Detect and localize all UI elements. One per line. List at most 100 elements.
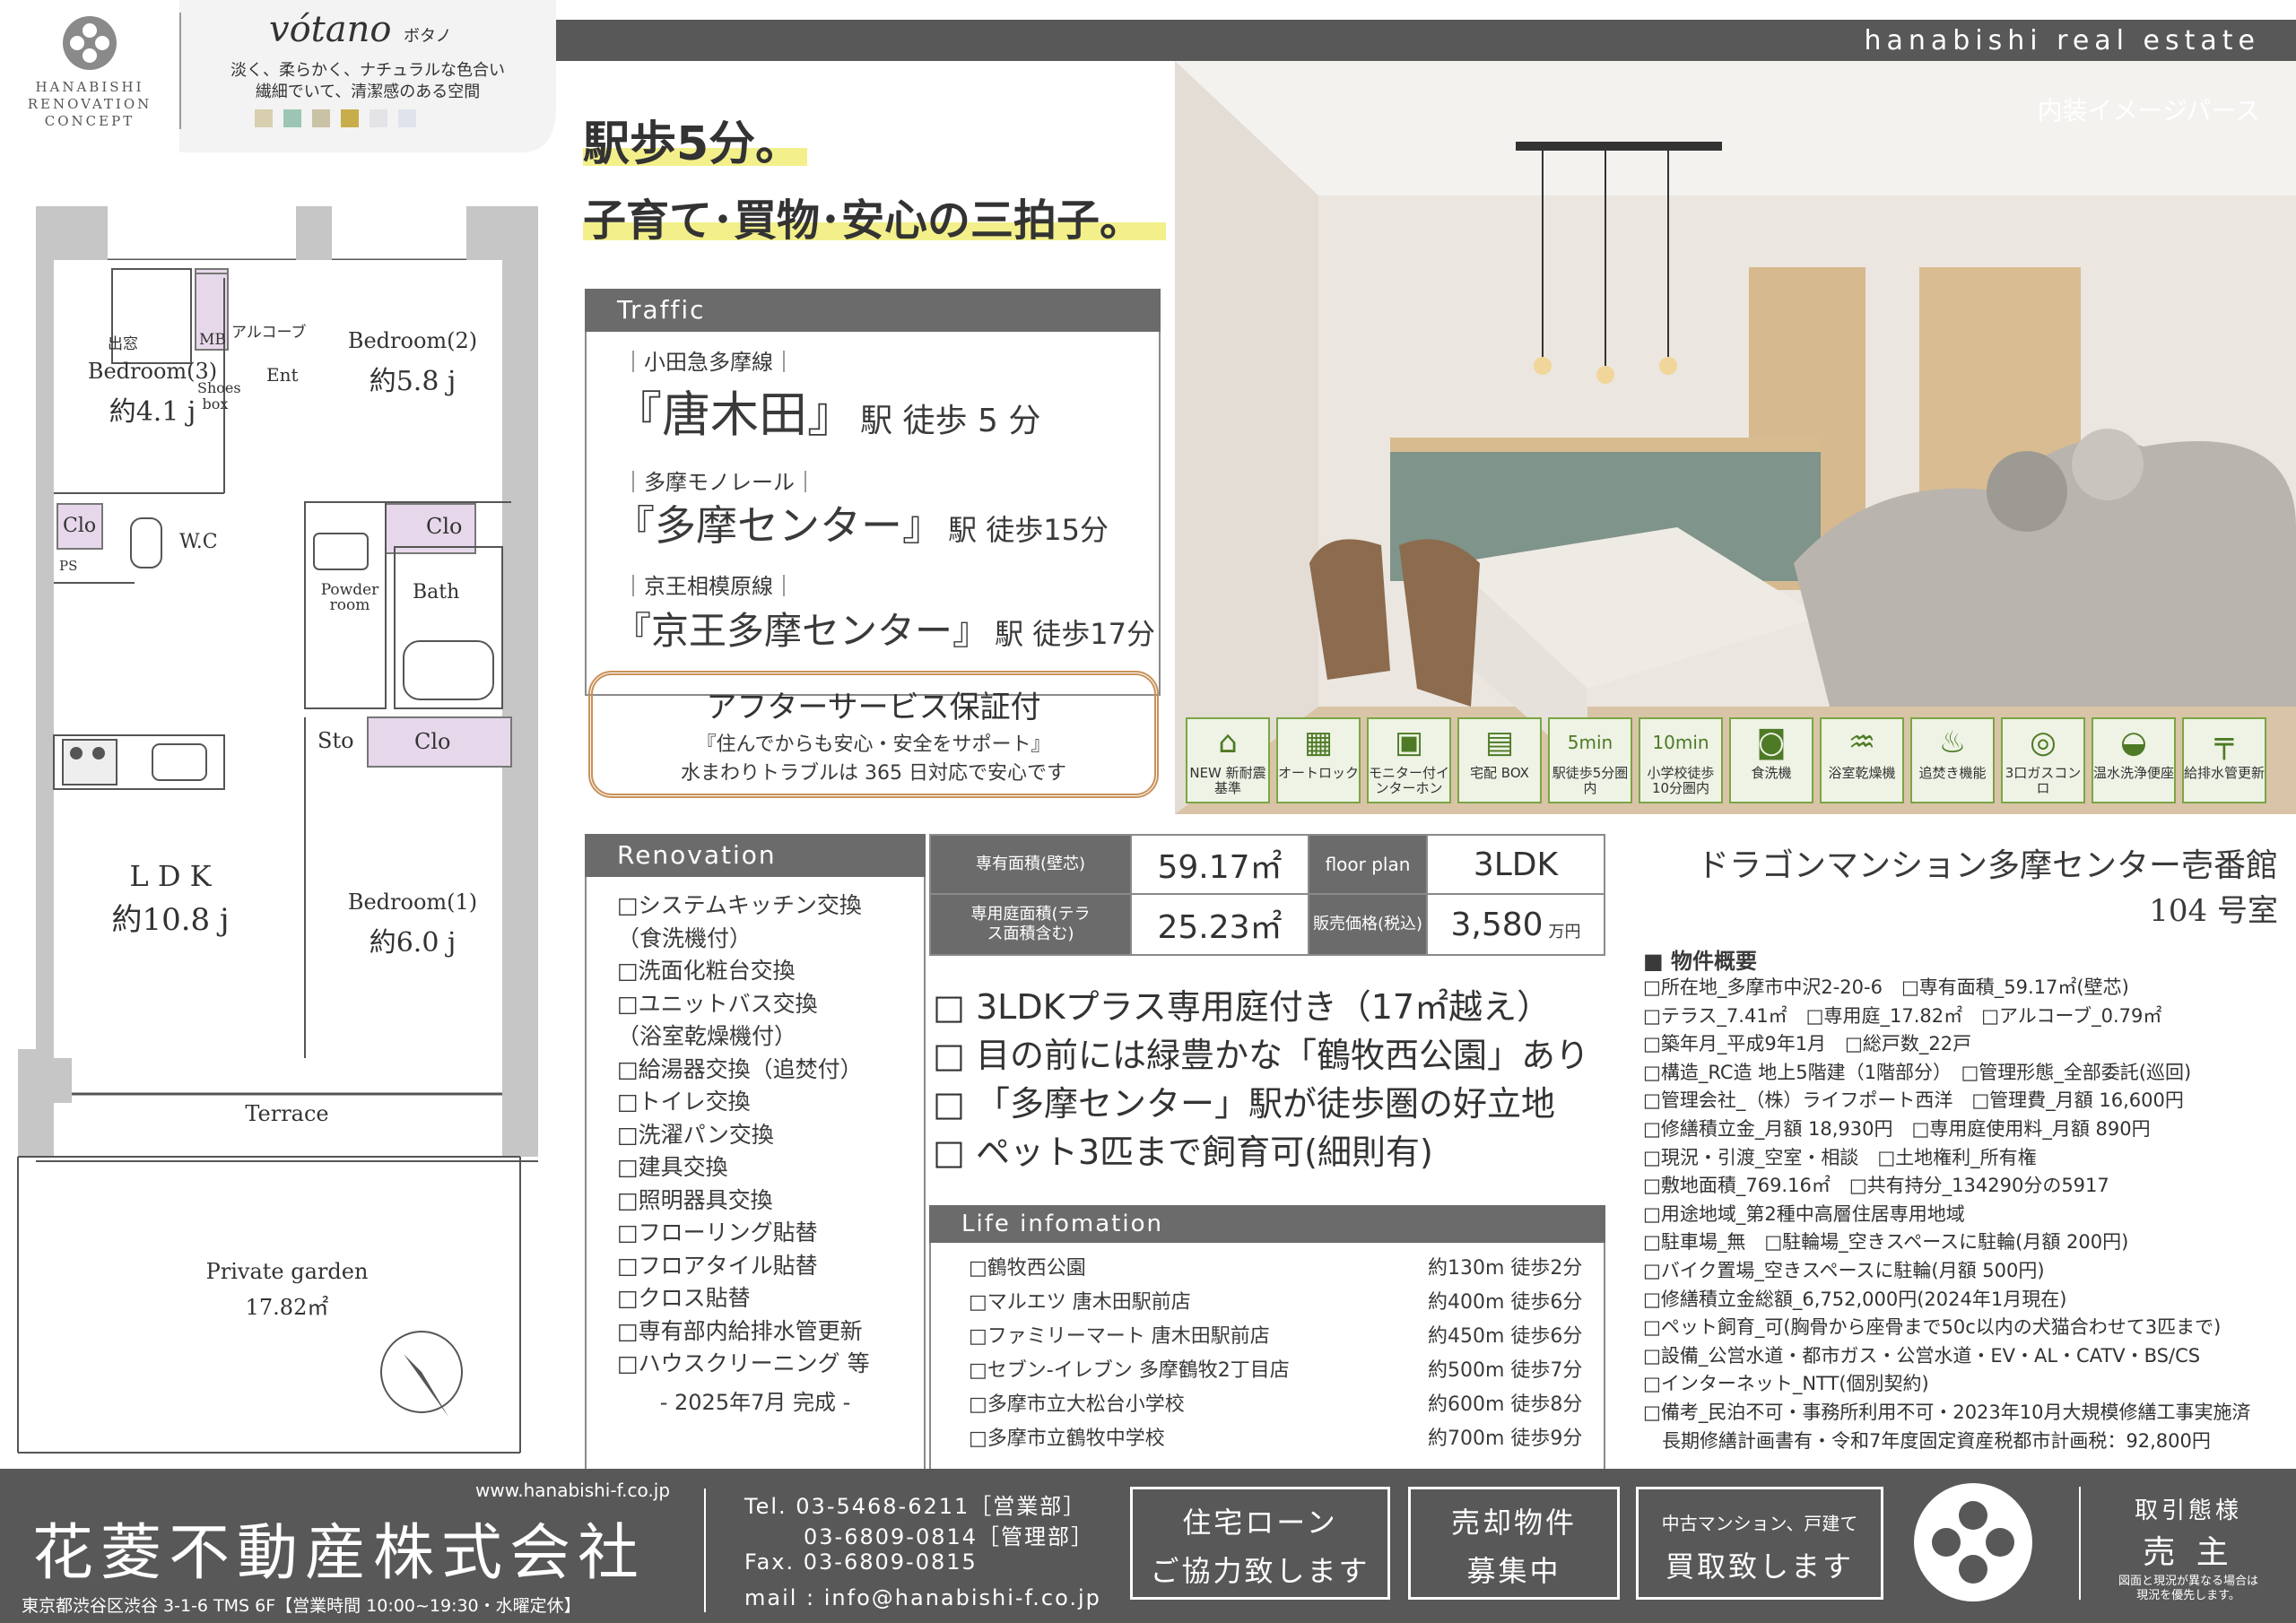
- bathtub-shape: [403, 640, 494, 700]
- logo-text: HANABISHI RENOVATION CONCEPT: [27, 79, 152, 129]
- wc-label: W.C: [179, 531, 218, 553]
- walk-icon: 5min: [1567, 732, 1613, 753]
- sink-shape: [152, 743, 207, 781]
- ldk-size: 約10.8 j: [111, 902, 230, 938]
- renovation-item: □クロス貼替: [617, 1285, 751, 1311]
- station-row: 『多摩センター』 駅 徒歩15分: [613, 493, 1109, 552]
- feature-tile: ╤ 給排水管更新: [2182, 717, 2266, 803]
- life-info-list: □鶴牧西公園 約130m 徒歩2分 □マルエツ 唐木田駅前店 約400m 徒歩6分 □フ…: [929, 1243, 1605, 1476]
- facility-name: □セブン-イレブン 多摩鶴牧2丁目店: [969, 1359, 1290, 1382]
- garden-label: Private garden: [205, 1259, 369, 1284]
- line-name: ｜京王相模原線｜: [622, 574, 795, 599]
- feature-tile: 10min 小学校徒歩10分圏内: [1639, 717, 1723, 803]
- selling-line1: 売却物件: [1450, 1506, 1577, 1540]
- selling-point: □ 3LDKプラス専用庭付き（17㎡越え）: [933, 987, 1552, 1027]
- station-row: 『京王多摩センター』 駅 徒歩17分: [613, 601, 1155, 655]
- life-info-title: Life infomation: [929, 1205, 1605, 1243]
- top-banner: hanabishi real estate: [556, 20, 2296, 61]
- corner-curve: [520, 0, 556, 152]
- facility-distance: 約700m 徒歩9分: [1428, 1428, 1583, 1450]
- renovation-box: □システムキッチン交換 （食洗機付） □洗面化粧台交換 □ユニットバス交換 （浴室乾燥機…: [585, 877, 926, 1478]
- disclaimer-line1: 図面と現況が異なる場合は: [2118, 1575, 2258, 1588]
- loan-box: 住宅ローン ご協力致します: [1130, 1487, 1390, 1600]
- facility-distance: 約400m 徒歩6分: [1428, 1291, 1583, 1314]
- summary-line: □管理会社_（株）ライフポート西洋 □管理費_月額 16,600円: [1643, 1089, 2184, 1112]
- headline-2: 子育て･買物･安心の三拍子。: [583, 195, 1144, 246]
- renovation-item: □システムキッチン交換: [617, 892, 862, 918]
- color-swatch: [341, 109, 359, 127]
- facility-distance: 約130m 徒歩2分: [1428, 1257, 1583, 1280]
- feature-label: オートロック: [1278, 765, 1360, 781]
- after-service-box: アフターサービス保証付 『住んでからも安心・安全をサポート』 水まわりトラブルは…: [588, 671, 1159, 798]
- storage-label: Sto: [317, 728, 354, 753]
- facility-name: □ファミリーマート 唐木田駅前店: [969, 1325, 1270, 1348]
- traffic-box: ｜小田急多摩線｜ 『唐木田』 駅 徒歩 5 分 ｜多摩モノレール｜ 『多摩センタ…: [585, 332, 1161, 696]
- selling-box: 売却物件 募集中: [1408, 1487, 1620, 1600]
- summary-line: □インターネット_NTT(個別契約): [1643, 1373, 1929, 1395]
- feature-label: 小学校徒歩10分圏内: [1647, 765, 1715, 796]
- loan-line2: ご協力致します: [1150, 1554, 1370, 1588]
- feature-label: モニター付インターホン: [1369, 765, 1450, 796]
- photo-caption: 内装イメージパース: [2037, 96, 2260, 126]
- bedroom2-label: Bedroom(2): [347, 328, 478, 353]
- price-unit: 万円: [1548, 923, 1581, 942]
- renovation-item: □照明器具交換: [617, 1186, 773, 1213]
- tel-management[interactable]: 03-6809-0814［管理部］: [804, 1519, 1094, 1550]
- ldk-label: L D K: [129, 859, 212, 893]
- window-label: 出窓: [108, 335, 138, 353]
- dryer-icon: ♒: [1848, 725, 1876, 760]
- feature-tile: ◙ 食洗機: [1729, 717, 1813, 803]
- deal-type-value: 売 主: [2143, 1534, 2234, 1571]
- summary-line: □修繕積立金総額_6,752,000円(2024年1月現在): [1643, 1288, 2067, 1310]
- color-swatch: [283, 109, 301, 127]
- facility-name: □鶴牧西公園: [969, 1257, 1086, 1280]
- summary-line: □構造_RC造 地上5階建（1階部分） □管理形態_全部委託(巡回): [1643, 1061, 2192, 1083]
- life-item: □多摩市立鶴牧中学校 約700m 徒歩9分: [969, 1422, 1604, 1456]
- disclaimer-line2: 現況を優先します。: [2136, 1589, 2240, 1602]
- price-value: 3,580: [1450, 906, 1544, 943]
- feature-tile: ◎ 3口ガスコンロ: [2001, 717, 2085, 803]
- selling-point: □ 目の前には緑豊かな「鶴牧西公園」あり: [933, 1036, 1589, 1075]
- brand-logo-block: HANABISHI RENOVATION CONCEPT: [0, 0, 179, 152]
- renovation-item: □トイレ交換: [617, 1089, 751, 1115]
- renovation-section: Renovation □システムキッチン交換 （食洗機付） □洗面化粧台交換 □ユニッ…: [585, 834, 926, 1478]
- completion-date: - 2025年7月 完成 -: [659, 1389, 851, 1415]
- intercom-icon: ▣: [1394, 725, 1424, 760]
- price-cell: 3,580 万円: [1426, 893, 1605, 956]
- renovation-item: □洗面化粧台交換: [617, 958, 796, 984]
- company-name: 花菱不動産株式会社: [32, 1518, 647, 1589]
- color-swatches: [255, 109, 427, 131]
- feature-tile: ▦ オートロック: [1276, 717, 1361, 803]
- disclaimer: 図面と現況が異なる場合は 現況を優先します。: [2090, 1575, 2287, 1603]
- color-swatch: [370, 109, 387, 127]
- renovation-item: □洗濯パン交換: [617, 1121, 774, 1148]
- line-name: ｜小田急多摩線｜: [622, 350, 795, 375]
- summary-line: □バイク置場_空きスペースに駐輪(月額 500円): [1643, 1259, 2045, 1281]
- renovation-item: □専有部内給排水管更新: [617, 1317, 863, 1344]
- station-walk: 駅 徒歩 5 分: [860, 403, 1041, 439]
- buyback-line1: 中古マンション、戸建て: [1661, 1513, 1858, 1534]
- station-walk: 駅 徒歩15分: [948, 513, 1109, 547]
- feature-label: 追焚き機能: [1918, 765, 1987, 781]
- station-name: 『京王多摩センター』: [613, 609, 991, 653]
- fax-number: Fax. 03-6809-0815: [744, 1549, 978, 1575]
- alcove-label: アルコーブ: [231, 324, 307, 342]
- pipe-icon: ╤: [2214, 725, 2234, 760]
- selling-point: □ 「多摩センター」駅が徒歩圏の好立地: [933, 1084, 1555, 1124]
- life-item: □鶴牧西公園 約130m 徒歩2分: [969, 1252, 1604, 1286]
- concept-panel: vótano ボタノ 淡く、柔らかく、ナチュラルな色合い 繊細でいて、清潔感のあ…: [179, 0, 556, 152]
- life-item: □多摩市立大松台小学校 約600m 徒歩8分: [969, 1388, 1604, 1422]
- tel-sales[interactable]: Tel. 03-5468-6211［営業部］: [744, 1488, 1086, 1520]
- feature-label: 浴室乾燥機: [1828, 765, 1896, 781]
- renovation-item: □建具交換: [617, 1154, 728, 1180]
- room-number: 104 号室: [2149, 893, 2278, 929]
- email-link[interactable]: mail : info@hanabishi-f.co.jp: [744, 1585, 1101, 1610]
- flower-logo-icon: [63, 16, 117, 70]
- deal-type-label: 取引態様: [2134, 1497, 2242, 1524]
- closet-label: Clo: [63, 515, 97, 537]
- bath-label: Bath: [413, 581, 460, 603]
- closet-label: Clo: [414, 729, 451, 754]
- renovation-item: （浴室乾燥機付）: [617, 1023, 797, 1049]
- traffic-title: Traffic: [585, 289, 1161, 332]
- renovation-item: □給湯器交換（追焚付）: [617, 1055, 863, 1082]
